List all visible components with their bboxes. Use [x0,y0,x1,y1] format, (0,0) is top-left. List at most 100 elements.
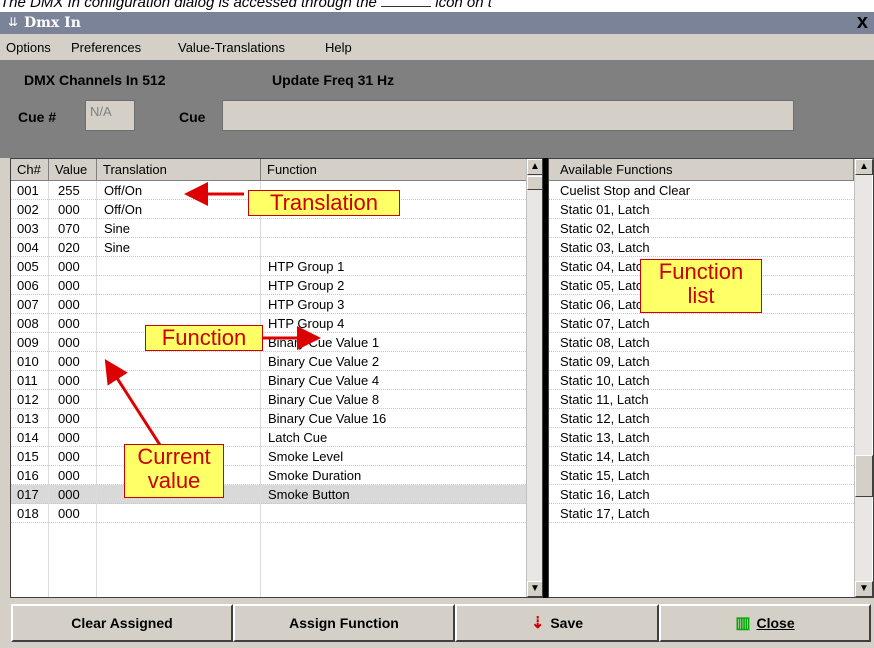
function-name: Static 05, Latch [560,278,650,293]
function-name: Static 10, Latch [560,373,650,388]
clear-assigned-button[interactable]: Clear Assigned [11,604,233,642]
scroll-down-icon[interactable]: ▼ [527,581,542,597]
cell-ch: 003 [17,221,39,236]
assign-function-button[interactable]: Assign Function [233,604,455,642]
menu-options[interactable]: Options [6,40,51,55]
cell-value: 000 [58,506,80,521]
dmx-in-dialog: ⇊ Dmx In x Options Preferences Value-Tra… [0,11,874,648]
cell-translation: Off/On [104,202,143,217]
cell-ch: 011 [17,373,38,388]
table-row[interactable]: 016 000 Smoke Duration [11,466,526,485]
list-item[interactable]: Static 03, Latch [549,238,854,257]
callout-line: Current [137,444,211,469]
list-item[interactable]: Static 12, Latch [549,409,854,428]
list-item[interactable]: Cuelist Stop and Clear [549,181,854,200]
list-item[interactable]: Static 16, Latch [549,485,854,504]
list-item[interactable]: Static 15, Latch [549,466,854,485]
table-row[interactable]: 010 000 Binary Cue Value 2 [11,352,526,371]
callout-line: list [687,283,715,308]
list-item[interactable]: Static 02, Latch [549,219,854,238]
cell-value: 000 [58,202,80,217]
cell-value: 000 [58,468,80,483]
table-row[interactable]: 012 000 Binary Cue Value 8 [11,390,526,409]
available-functions-list: Available Functions Cuelist Stop and Cle… [548,158,874,598]
function-scrollbar[interactable]: ▲ ▼ [854,159,873,597]
function-name: Static 07, Latch [560,316,650,331]
cue-number-field[interactable]: N/A [85,100,135,131]
cell-ch: 018 [17,506,39,521]
function-name: Static 16, Latch [560,487,650,502]
list-item[interactable]: Static 07, Latch [549,314,854,333]
list-item[interactable]: Static 13, Latch [549,428,854,447]
function-name: Static 13, Latch [560,430,650,445]
cell-function: Smoke Button [268,487,350,502]
col-header-value[interactable]: Value [49,159,97,181]
function-list-callout: Function list [640,259,762,313]
menu-bar: Options Preferences Value-Translations H… [0,34,874,61]
cell-function: Smoke Level [268,449,344,464]
function-name: Static 12, Latch [560,411,650,426]
col-header-translation[interactable]: Translation [97,159,261,181]
list-item[interactable]: Static 10, Latch [549,371,854,390]
close-door-icon: ▥ [735,615,751,632]
cell-value: 070 [58,221,80,236]
col-header-ch[interactable]: Ch# [11,159,49,181]
menu-value-translations[interactable]: Value-Translations [178,40,285,55]
table-row[interactable]: 018 000 [11,504,526,523]
menu-help[interactable]: Help [325,40,352,55]
table-row[interactable]: 005 000 HTP Group 1 [11,257,526,276]
cell-function: Binary Cue Value 4 [268,373,380,388]
table-row[interactable]: 013 000 Binary Cue Value 16 [11,409,526,428]
table-row[interactable]: 015 000 Smoke Level [11,447,526,466]
table-row[interactable]: 004 020 Sine [11,238,526,257]
cell-value: 000 [58,411,80,426]
cell-value: 000 [58,354,80,369]
col-divider [96,181,97,597]
list-item[interactable]: Static 17, Latch [549,504,854,523]
table-row[interactable]: 003 070 Sine [11,219,526,238]
cell-function: HTP Group 2 [268,278,345,293]
cue-label: Cue [179,109,206,125]
assign-function-label: Assign Function [289,615,399,631]
scroll-up-icon[interactable]: ▲ [527,159,542,175]
close-button[interactable]: ▥ Close [659,604,871,642]
function-callout: Function [145,325,263,351]
list-item[interactable]: Static 09, Latch [549,352,854,371]
cell-translation: Sine [104,240,131,255]
table-row[interactable]: 009 000 Binary Cue Value 1 [11,333,526,352]
cell-value: 000 [58,335,80,350]
cell-value: 000 [58,392,80,407]
scroll-thumb[interactable] [527,176,542,190]
function-name: Static 04, Latch [560,259,650,274]
cell-ch: 001 [17,183,39,198]
cue-name-field[interactable] [222,100,794,131]
table-row[interactable]: 006 000 HTP Group 2 [11,276,526,295]
save-button[interactable]: ⇣ Save [455,604,659,642]
col-header-function[interactable]: Function [261,159,528,181]
list-item[interactable]: Static 01, Latch [549,200,854,219]
cell-value: 000 [58,487,80,502]
cell-value: 255 [58,183,80,198]
close-window-button[interactable]: x [857,11,868,34]
scroll-down-icon[interactable]: ▼ [855,581,873,597]
save-label: Save [550,615,584,631]
available-functions-header[interactable]: Available Functions [549,159,854,181]
table-row[interactable]: 014 000 Latch Cue [11,428,526,447]
function-name: Cuelist Stop and Clear [560,183,691,198]
channel-grid: Ch# Value Translation Function 001 255 Off… [10,158,543,598]
table-row[interactable]: 008 000 HTP Group 4 [11,314,526,333]
scroll-up-icon[interactable]: ▲ [855,159,873,175]
cell-ch: 013 [17,411,39,426]
table-row[interactable]: 011 000 Binary Cue Value 4 [11,371,526,390]
cell-value: 000 [58,430,80,445]
menu-preferences[interactable]: Preferences [71,40,141,55]
button-bar: Clear Assigned Assign Function ⇣ Save ▥ Cl… [0,598,874,648]
list-item[interactable]: Static 11, Latch [549,390,854,409]
list-item[interactable]: Static 14, Latch [549,447,854,466]
cell-function: HTP Group 3 [268,297,345,312]
scroll-thumb[interactable] [855,455,873,497]
channel-scrollbar[interactable]: ▲ ▼ [526,159,542,597]
list-item[interactable]: Static 08, Latch [549,333,854,352]
table-row[interactable]: 017 000 Smoke Button [11,485,526,504]
table-row[interactable]: 007 000 HTP Group 3 [11,295,526,314]
